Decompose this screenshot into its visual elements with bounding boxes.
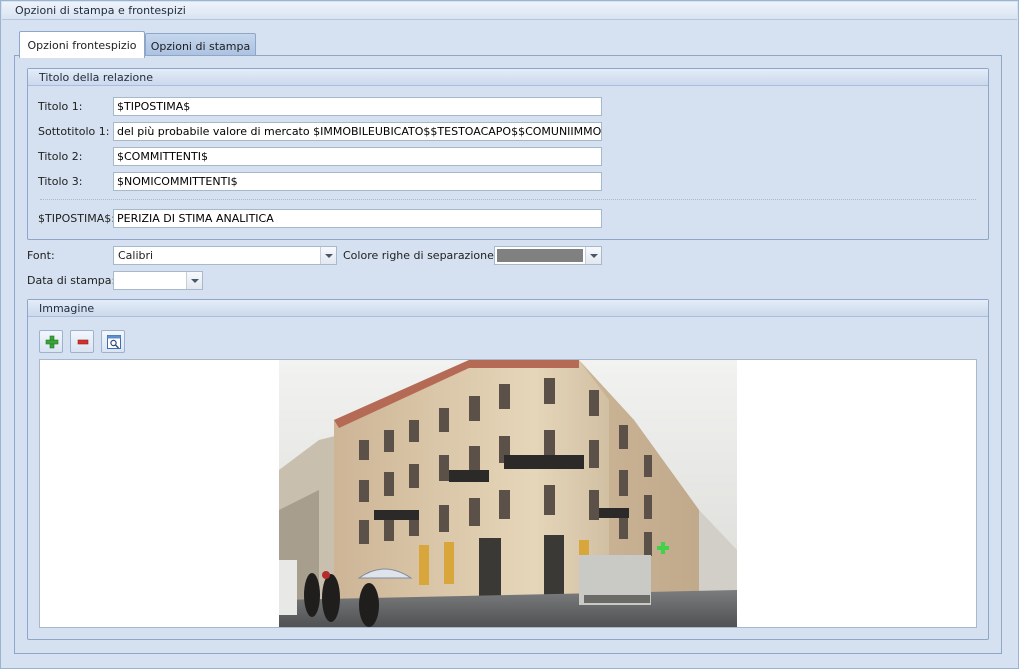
colore-righe-select[interactable] [494, 246, 602, 265]
remove-image-button[interactable] [70, 330, 94, 353]
tab-opzioni-di-stampa[interactable]: Opzioni di stampa [145, 33, 256, 57]
preview-icon [107, 335, 121, 349]
data-stampa-dropdown-chevron-icon[interactable] [186, 272, 202, 289]
titolo-1-label: Titolo 1: [38, 100, 83, 113]
color-swatch [497, 249, 583, 262]
building-photo [279, 360, 737, 627]
add-icon [45, 335, 59, 349]
preview-image-button[interactable] [101, 330, 125, 353]
sottotitolo-1-field[interactable]: del più probabile valore di mercato $IMM… [113, 122, 602, 141]
window-title: Opzioni di stampa e frontespizi [2, 2, 1017, 20]
data-stampa-label: Data di stampa: [27, 274, 116, 287]
data-stampa-picker[interactable] [113, 271, 203, 290]
font-select[interactable]: Calibri [113, 246, 337, 265]
group-titolo-relazione-header: Titolo della relazione [28, 69, 988, 86]
add-image-button[interactable] [39, 330, 63, 353]
titolo-2-field[interactable]: $COMMITTENTI$ [113, 147, 602, 166]
colore-righe-label: Colore righe di separazione: [343, 249, 498, 262]
tab-opzioni-frontespizio[interactable]: Opzioni frontespizio [19, 31, 145, 58]
font-select-value: Calibri [118, 249, 154, 262]
titolo-1-field[interactable]: $TIPOSTIMA$ [113, 97, 602, 116]
remove-icon [77, 339, 89, 345]
image-preview-frame [39, 359, 977, 628]
titolo-2-label: Titolo 2: [38, 150, 83, 163]
tipostima-variable-label: $TIPOSTIMA$: [38, 212, 115, 225]
titolo-3-field[interactable]: $NOMICOMMITTENTI$ [113, 172, 602, 191]
font-dropdown-chevron-icon[interactable] [320, 247, 336, 264]
font-label: Font: [27, 249, 55, 262]
colore-dropdown-chevron-icon[interactable] [585, 247, 601, 264]
separator-line [40, 199, 976, 200]
titolo-3-label: Titolo 3: [38, 175, 83, 188]
group-immagine-header: Immagine [28, 300, 988, 317]
sottotitolo-1-label: Sottotitolo 1: [38, 125, 110, 138]
tipostima-variable-field[interactable]: PERIZIA DI STIMA ANALITICA [113, 209, 602, 228]
